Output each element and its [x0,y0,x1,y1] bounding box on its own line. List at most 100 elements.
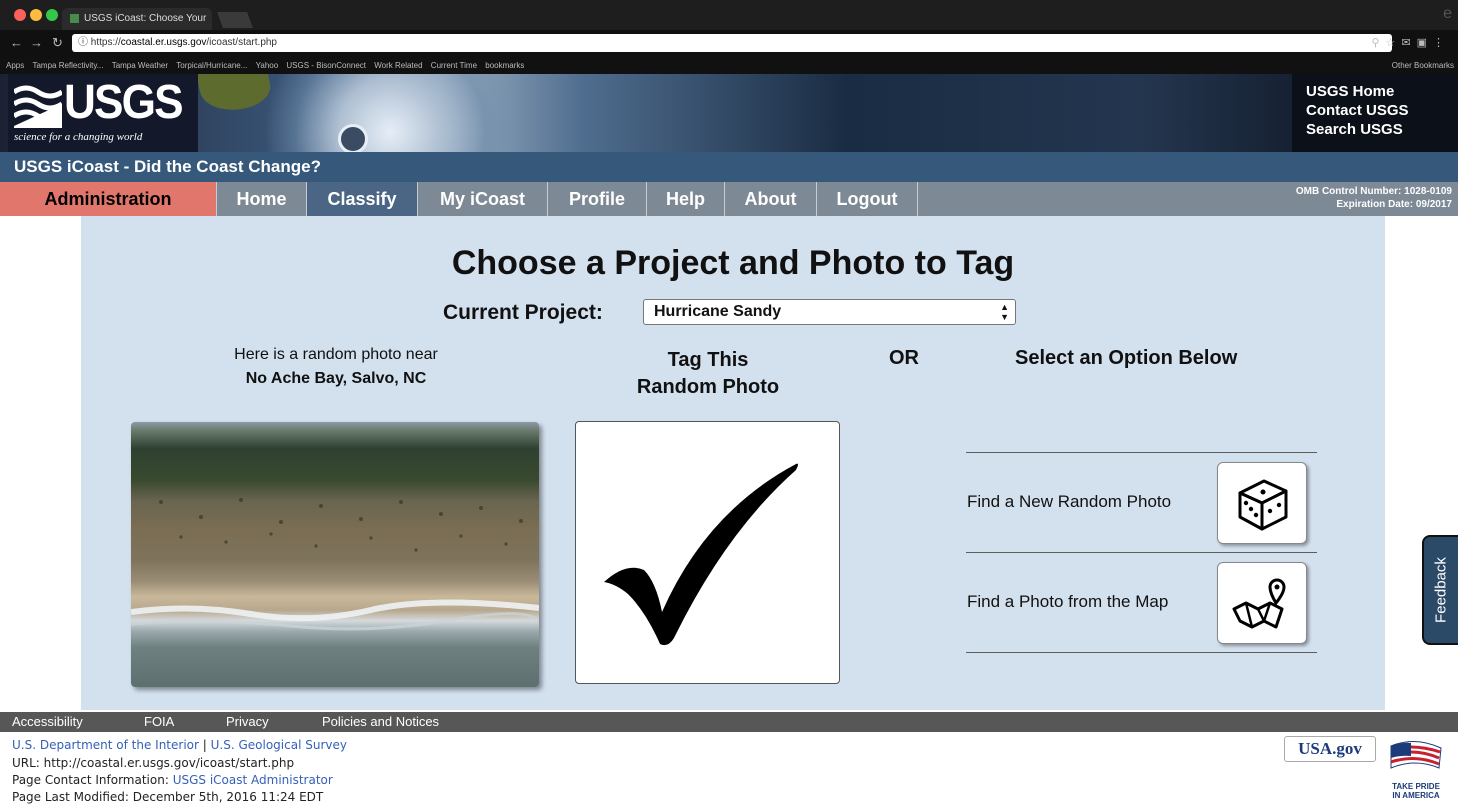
footer-separator: | [202,738,207,752]
browser-extension-icons[interactable]: ⚲☆✉▣⋮ [1371,36,1450,49]
reload-icon[interactable]: ↻ [52,35,63,51]
browser-tab[interactable]: USGS iCoast: Choose Your Ph× [62,8,212,46]
url-host: coastal.er.usgs.gov [120,37,207,48]
other-bookmarks[interactable]: Other Bookmarks [1392,58,1454,74]
new-tab-button[interactable] [217,12,253,28]
nav-about[interactable]: About [725,182,817,216]
footer-policies-link[interactable]: Policies and Notices [322,714,439,729]
project-select[interactable]: Hurricane Sandy ▲ ▼ [643,299,1016,325]
bookmark-item[interactable]: bookmarks [485,61,524,70]
doi-link[interactable]: U.S. Department of the Interior [12,738,199,752]
footer-contact-line: Page Contact Information: USGS iCoast Ad… [12,773,333,787]
banner-storm [240,74,540,152]
contact-admin-link[interactable]: USGS iCoast Administrator [173,773,333,787]
take-pride-in-america-logo[interactable]: TAKE PRIDE IN AMERICA [1383,736,1449,802]
tpa-line2: IN AMERICA [1392,791,1440,800]
page-title: Choose a Project and Photo to Tag [451,244,1015,282]
option-divider [966,452,1317,453]
tab-favicon-icon [70,13,79,23]
bookmark-item[interactable]: Tampa Reflectivity... [32,61,103,70]
nav-logout[interactable]: Logout [817,182,918,216]
option-divider [966,652,1317,653]
footer-last-modified: Page Last Modified: December 5th, 2016 1… [12,790,324,804]
nav-my-icoast[interactable]: My iCoast [418,182,548,216]
footer-foia-link[interactable]: FOIA [144,714,174,729]
banner-storm-eye [338,124,368,152]
bookmark-item[interactable]: Torpical/Hurricane... [176,61,247,70]
url-path: /icoast/start.php [206,37,277,48]
info-icon[interactable]: ⓘ [78,37,91,48]
random-photo-intro: Here is a random photo near [234,346,438,363]
omb-expiration: Expiration Date: 09/2017 [1336,199,1452,210]
project-label: Current Project: [443,301,603,324]
url-scheme: https:// [90,37,121,48]
omb-control-number: OMB Control Number: 1028-0109 [1295,186,1452,197]
bookmark-item[interactable]: Tampa Weather [112,61,168,70]
random-photo-location: No Ache Bay, Salvo, NC [245,370,427,387]
or-label: OR [889,347,919,369]
flag-icon [1390,741,1442,769]
omb-info: OMB Control Number: 1028-0109 Expiration… [1296,185,1452,211]
usagov-logo[interactable]: USA.gov [1284,736,1376,762]
feedback-label: Feedback [1432,557,1450,623]
address-bar-row: ← → ↻ ⓘ https://coastal.er.usgs.gov/icoa… [0,30,1458,58]
photo-from-map-button[interactable] [1217,562,1307,644]
usgs-tagline: science for a changing world [14,131,143,143]
map-pin-icon [1232,578,1286,629]
new-random-photo-button[interactable] [1217,462,1307,544]
profile-icon[interactable]: e [1443,5,1452,23]
usgs-wordmark: USGS [64,76,184,129]
minimize-window-icon[interactable] [30,9,42,21]
main-nav: Administration Home Classify My iCoast P… [0,182,1458,216]
footer-url: URL: http://coastal.er.usgs.gov/icoast/s… [12,756,295,770]
usgs-link[interactable]: U.S. Geological Survey [211,738,347,752]
tag-photo-button[interactable] [575,421,840,684]
bookmark-item[interactable]: Work Related [374,61,422,70]
nav-home[interactable]: Home [217,182,307,216]
bookmark-item[interactable]: Current Time [431,61,477,70]
project-select-value: Hurricane Sandy [654,303,782,320]
back-icon[interactable]: ← [10,35,23,50]
new-random-photo-label: Find a New Random Photo [967,492,1172,511]
options-heading: Select an Option Below [1015,347,1238,369]
coast-photo-texture [131,498,539,631]
maximize-window-icon[interactable] [46,9,58,21]
hurricane-banner-image [0,74,1458,152]
nav-profile[interactable]: Profile [548,182,647,216]
url-field[interactable]: ⓘ https://coastal.er.usgs.gov/icoast/sta… [72,34,1392,52]
usgs-waves-icon [14,85,62,128]
tag-random-heading-line2: Random Photo [636,376,780,398]
footer-accessibility-link[interactable]: Accessibility [12,714,83,729]
contact-usgs-link[interactable]: Contact USGS [1306,102,1409,119]
tag-random-heading: Tag This Random Photo [578,347,838,401]
checkmark-icon [604,463,798,646]
usgs-logo[interactable]: USGS science for a changing world [8,74,198,152]
close-window-icon[interactable] [14,9,26,21]
photo-from-map-label: Find a Photo from the Map [967,592,1169,611]
tag-random-heading-line1: Tag This [667,349,749,371]
usgs-home-link[interactable]: USGS Home [1306,83,1394,100]
bookmark-item[interactable]: Apps [6,61,24,70]
select-arrows-icon: ▲ ▼ [1000,302,1009,322]
bookmark-item[interactable]: Yahoo [256,61,279,70]
nav-help[interactable]: Help [647,182,725,216]
search-usgs-link[interactable]: Search USGS [1306,121,1403,138]
nav-classify[interactable]: Classify [307,182,418,216]
bookmark-item[interactable]: USGS - BisonConnect [286,61,366,70]
option-divider [966,552,1317,553]
tpa-text: TAKE PRIDE IN AMERICA [1383,782,1449,800]
header-links: USGS Home Contact USGS Search USGS [1292,74,1458,152]
site-subtitle: USGS iCoast - Did the Coast Change? [0,152,1458,182]
tpa-line1: TAKE PRIDE [1392,782,1440,791]
bookmarks-bar: Apps Tampa Reflectivity... Tampa Weather… [0,58,1458,74]
nav-administration[interactable]: Administration [0,182,217,216]
main-panel: Choose a Project and Photo to Tag Curren… [81,216,1385,710]
footer-privacy-link[interactable]: Privacy [226,714,269,729]
browser-tab-bar: USGS iCoast: Choose Your Ph× e [0,0,1458,46]
random-coast-photo[interactable] [131,422,539,687]
footer-links: Accessibility FOIA Privacy Policies and … [0,712,1458,732]
dice-icon [1238,479,1288,531]
footer-agency-line: U.S. Department of the Interior | U.S. G… [12,738,347,752]
forward-icon[interactable]: → [30,35,43,50]
feedback-tab[interactable]: Feedback [1422,535,1458,645]
